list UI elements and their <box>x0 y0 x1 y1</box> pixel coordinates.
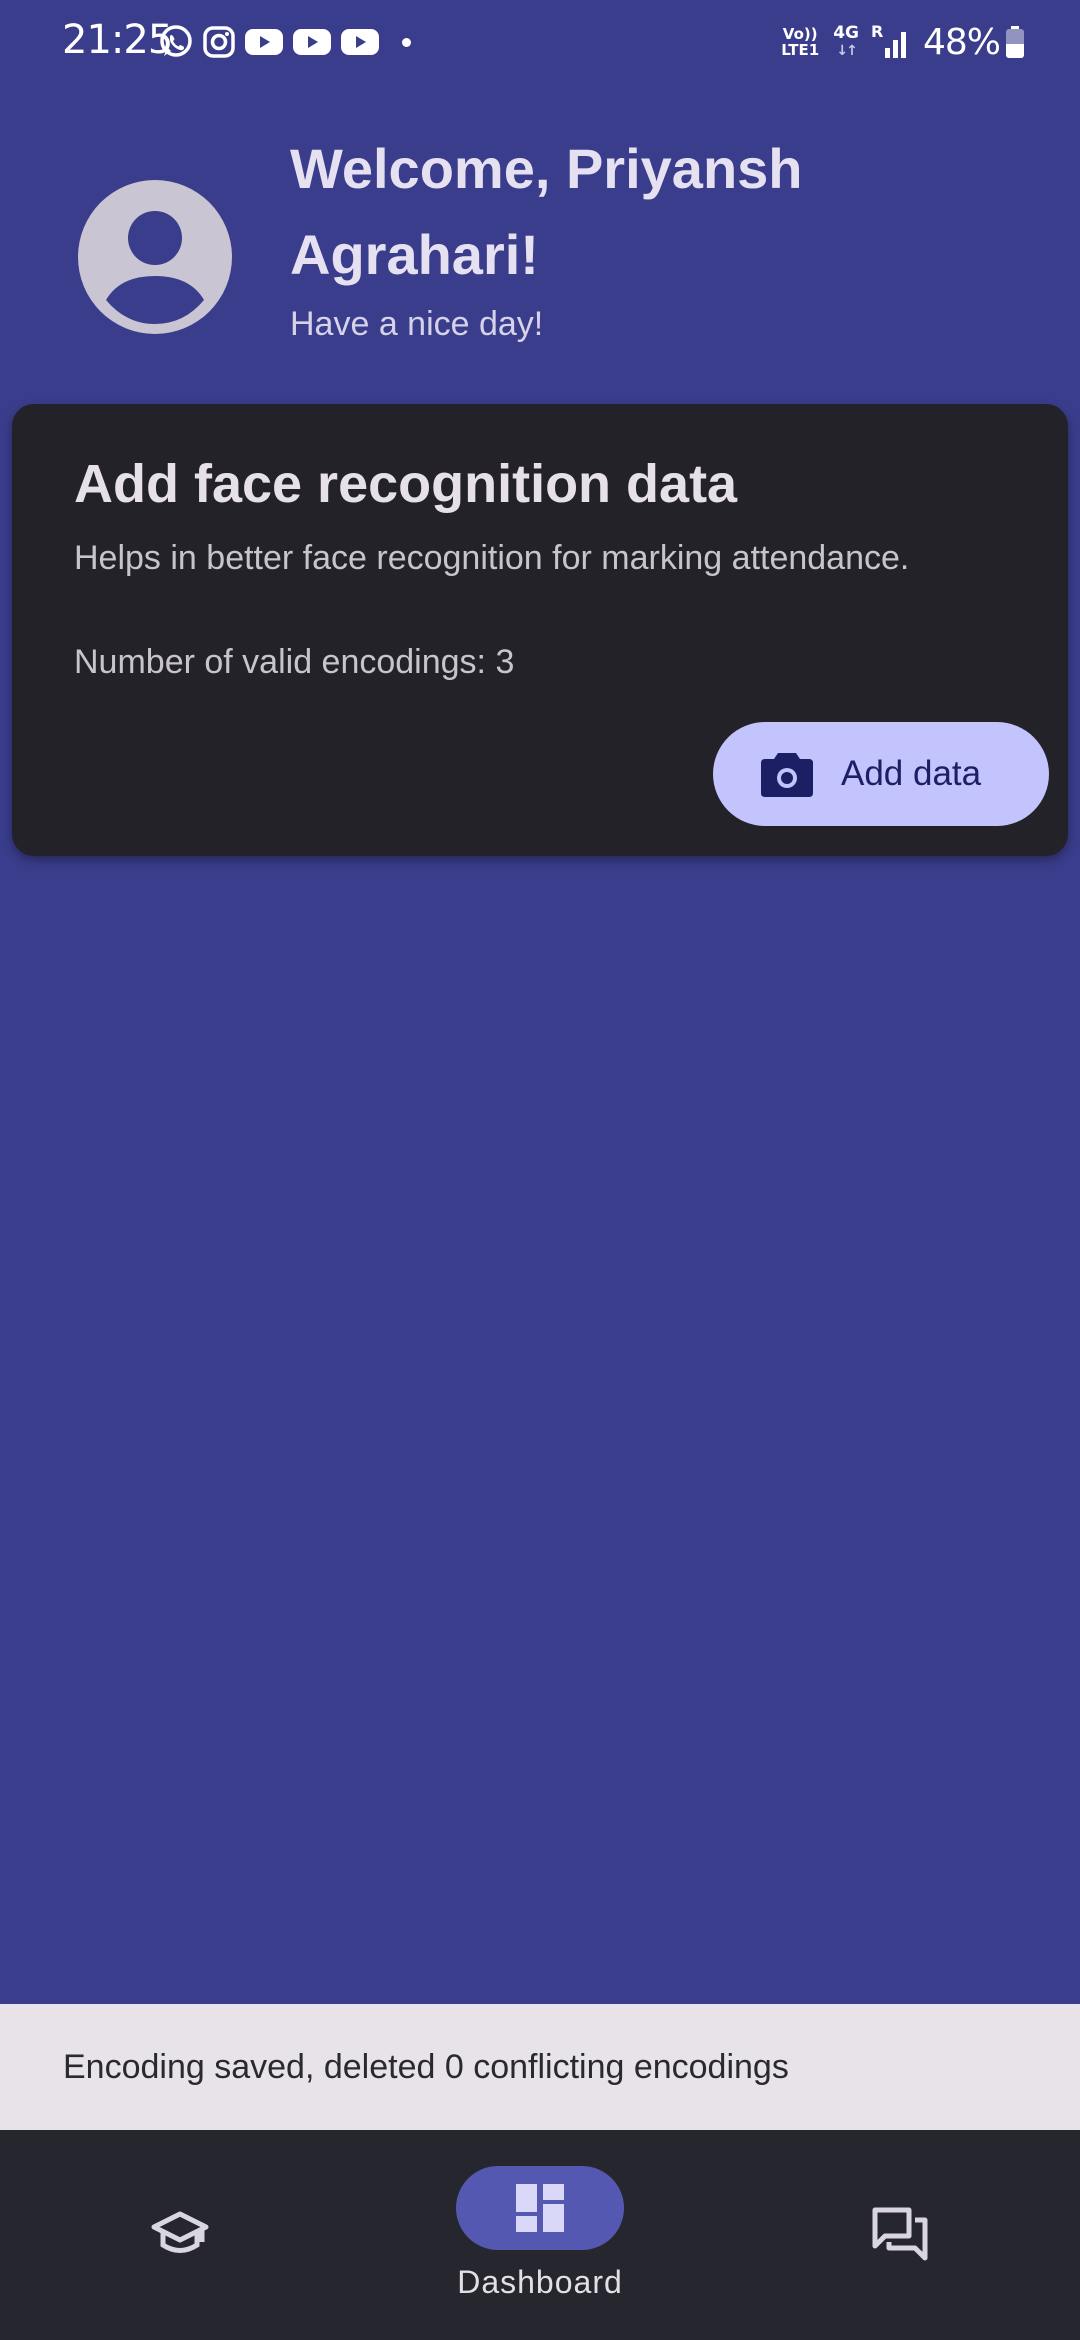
add-data-button[interactable]: Add data <box>713 722 1049 826</box>
nav-item-dashboard[interactable]: Dashboard <box>360 2130 720 2340</box>
face-data-card: Add face recognition data Helps in bette… <box>12 404 1068 856</box>
encodings-count: Number of valid encodings: 3 <box>74 643 515 681</box>
bottom-navigation: Dashboard <box>0 2130 1080 2340</box>
volte-bottom-label: LTE1 <box>781 41 820 59</box>
nav-active-indicator <box>456 2166 624 2250</box>
nav-label-dashboard: Dashboard <box>457 2264 623 2300</box>
volte-indicator: Vo)) LTE1 <box>781 26 819 58</box>
status-bar: 21:25 Vo)) LTE1 4G ↓↑ R 48% <box>0 0 1080 84</box>
signal-bar <box>884 48 890 58</box>
avatar[interactable] <box>78 180 232 334</box>
system-status-icons: Vo)) LTE1 4G ↓↑ R 48% <box>781 18 1024 66</box>
nav-item-courses[interactable] <box>0 2130 360 2340</box>
notification-icons <box>158 20 419 64</box>
school-icon <box>151 2211 209 2253</box>
card-title: Add face recognition data <box>74 454 738 514</box>
nav-icon-container <box>816 2192 984 2276</box>
status-time: 21:25 <box>62 17 173 63</box>
signal-icon: R <box>871 22 911 62</box>
nav-icon-container <box>96 2192 264 2276</box>
roaming-indicator: R <box>870 22 884 41</box>
whatsapp-icon <box>158 24 194 60</box>
network-type-indicator: 4G ↓↑ <box>833 24 859 60</box>
volte-top-label: Vo)) <box>782 25 818 43</box>
welcome-title: Welcome, Priyansh Agrahari! <box>290 137 803 286</box>
instagram-icon <box>202 25 236 59</box>
welcome-subtitle: Have a nice day! <box>290 305 544 343</box>
add-data-label: Add data <box>841 754 982 793</box>
network-type-label: 4G <box>833 23 859 43</box>
camera-icon <box>759 749 815 799</box>
network-activity-arrows: ↓↑ <box>836 43 857 59</box>
snackbar: Encoding saved, deleted 0 conflicting en… <box>0 2004 1080 2130</box>
youtube-icon <box>244 27 284 57</box>
card-description: Helps in better face recognition for mar… <box>74 539 910 577</box>
dot-icon <box>402 37 411 47</box>
nav-item-messages[interactable] <box>720 2130 1080 2340</box>
signal-bar <box>892 40 898 58</box>
snackbar-message: Encoding saved, deleted 0 conflicting en… <box>63 2048 789 2086</box>
signal-bar <box>900 32 906 58</box>
forum-icon <box>872 2207 928 2261</box>
dashboard-icon <box>516 2184 564 2232</box>
battery-icon <box>1006 26 1024 58</box>
battery-percentage: 48% <box>922 21 1001 63</box>
youtube-icon <box>292 27 332 57</box>
youtube-icon <box>340 27 380 57</box>
person-icon <box>106 211 204 324</box>
